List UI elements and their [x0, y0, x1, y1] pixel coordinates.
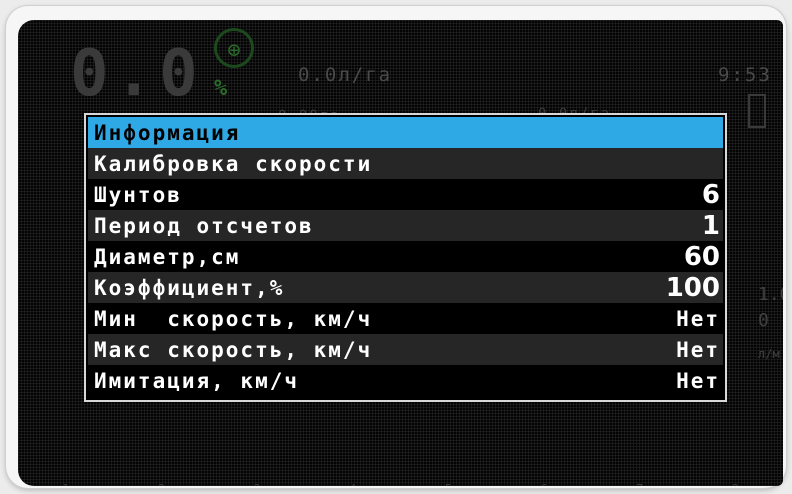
- menu-item-label: Информация: [94, 120, 241, 145]
- section-tick: 8: [732, 482, 739, 486]
- menu-item-value: 100: [665, 272, 720, 303]
- background-right-value: 0: [758, 310, 769, 331]
- section-tick: 7: [636, 482, 643, 486]
- gps-signal-icon: ⊕: [214, 28, 254, 68]
- menu-item-label: Период отсчетов: [94, 213, 314, 238]
- menu-item-sample-period[interactable]: Период отсчетов 1: [88, 210, 723, 241]
- menu-item-value: 60: [683, 241, 720, 272]
- menu-item-info[interactable]: Информация: [88, 117, 723, 148]
- background-speed-readout: 0.0: [70, 37, 204, 111]
- settings-menu: Информация Калибровка скорости Шунтов 6 …: [84, 113, 727, 402]
- section-tick: 1: [62, 482, 69, 486]
- section-indicator-bar: 1 2 3 4 5 6 7 8: [18, 482, 783, 486]
- section-tick: 5: [445, 482, 452, 486]
- section-tick: 6: [540, 482, 547, 486]
- background-clock: 9:53: [718, 64, 772, 86]
- menu-item-label: Шунтов: [94, 182, 182, 207]
- section-tick: 4: [349, 482, 356, 486]
- tank-level-icon: [748, 94, 766, 128]
- menu-item-label: Калибровка скорости: [94, 151, 373, 176]
- menu-item-value: Нет: [676, 306, 720, 331]
- menu-item-label: Мин скорость, км/ч: [94, 306, 373, 331]
- menu-item-value: 1: [701, 210, 720, 241]
- menu-item-min-speed[interactable]: Мин скорость, км/ч Нет: [88, 303, 723, 334]
- menu-item-max-speed[interactable]: Макс скорость, км/ч Нет: [88, 334, 723, 365]
- menu-item-label: Коэффициент,%: [94, 275, 285, 300]
- background-right-value: 1.0: [758, 284, 783, 305]
- percent-icon: %: [214, 76, 228, 101]
- background-rate-readout: 0.0л/га: [298, 64, 393, 86]
- menu-item-shunts[interactable]: Шунтов 6: [88, 179, 723, 210]
- menu-item-simulation[interactable]: Имитация, км/ч Нет: [88, 365, 723, 396]
- menu-item-label: Имитация, км/ч: [94, 368, 300, 393]
- menu-item-speed-calibration[interactable]: Калибровка скорости: [88, 148, 723, 179]
- menu-item-value: Нет: [676, 368, 720, 393]
- menu-item-coefficient[interactable]: Коэффициент,% 100: [88, 272, 723, 303]
- menu-item-label: Диаметр,см: [94, 244, 241, 269]
- menu-item-diameter[interactable]: Диаметр,см 60: [88, 241, 723, 272]
- menu-item-label: Макс скорость, км/ч: [94, 337, 373, 362]
- section-tick: 3: [253, 482, 260, 486]
- menu-item-value: 6: [701, 179, 720, 210]
- background-right-unit: л/м: [758, 347, 780, 361]
- section-tick: 2: [158, 482, 165, 486]
- menu-item-value: Нет: [676, 337, 720, 362]
